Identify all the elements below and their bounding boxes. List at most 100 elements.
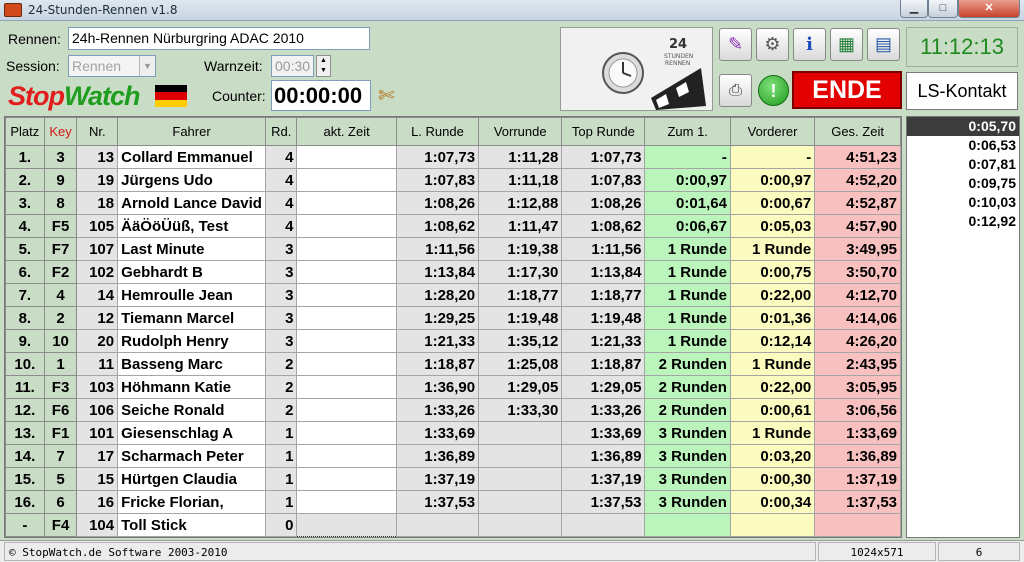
column-header-key[interactable]: Key — [43, 117, 78, 146]
table-row[interactable]: 5. F7 107 Last Minute 3 1:11,56 1:19,38 1:11,56… — [5, 237, 901, 261]
column-header-akt-zeit[interactable]: akt. Zeit — [296, 117, 397, 146]
column-header-ges-zeit[interactable]: Ges. Zeit — [814, 117, 901, 146]
table-row[interactable]: 16. 6 16 Fricke Florian, 1 1:37,53 1:37,53 3 Ru… — [5, 490, 901, 514]
split-time-item[interactable]: 0:06,53 — [907, 136, 1019, 155]
cell-l-runde: 1:37,53 — [395, 490, 480, 514]
table-row[interactable]: 3. 8 18 Arnold Lance David 4 1:08,26 1:12,88 1:… — [5, 191, 901, 215]
column-header-fahrer[interactable]: Fahrer — [117, 117, 266, 146]
column-header-l-runde[interactable]: L. Runde — [395, 117, 480, 146]
reset-tool-icon[interactable]: ✄ — [378, 83, 402, 107]
cell-vorrunde — [478, 513, 563, 537]
chevron-down-icon[interactable]: ▼ — [139, 56, 155, 76]
clock-display: 11:12:13 — [906, 27, 1018, 67]
table-row[interactable]: 4. F5 105 ÄäÖöÜüß, Test 4 1:08,62 1:11,47 1:08,… — [5, 214, 901, 238]
cell-rd: 3 — [264, 306, 298, 330]
split-time-item[interactable]: 0:05,70 — [907, 117, 1019, 136]
cell-vorderer: - — [729, 145, 816, 169]
gears-icon[interactable]: ⚙ — [756, 28, 789, 61]
cell-fahrer: Hürtgen Claudia — [117, 467, 266, 491]
split-time-item[interactable]: 0:10,03 — [907, 193, 1019, 212]
ls-kontakt-button[interactable]: LS-Kontakt — [906, 72, 1018, 110]
rennen-input[interactable]: 24h-Rennen Nürburgring ADAC 2010 — [68, 27, 370, 50]
cell-zum-1: 1 Runde — [644, 283, 731, 307]
column-header-rd[interactable]: Rd. — [264, 117, 298, 146]
ende-button[interactable]: ENDE — [792, 71, 902, 109]
cell-vorderer: 1 Runde — [729, 352, 816, 376]
cell-vorrunde: 1:35,12 — [478, 329, 563, 353]
print-icon[interactable]: ⎙ — [719, 74, 752, 107]
cell-zum-1: 2 Runden — [644, 375, 731, 399]
cell-zum-1 — [644, 513, 731, 537]
column-header-platz[interactable]: Platz — [5, 117, 45, 146]
table-row[interactable]: 10. 1 11 Basseng Marc 2 1:18,87 1:25,08 1:18,87… — [5, 352, 901, 376]
table-row[interactable]: 14. 7 17 Scharmach Peter 1 1:36,89 1:36,89 3 Ru… — [5, 444, 901, 468]
minimize-button[interactable]: ▁ — [900, 0, 928, 18]
cell-top-runde: 1:18,87 — [561, 352, 646, 376]
warnzeit-input[interactable]: 00:30 — [271, 55, 314, 77]
cell-nr: 20 — [76, 329, 119, 353]
warnzeit-stepper[interactable]: ▲ ▼ — [316, 55, 331, 77]
maximize-button[interactable]: □ — [928, 0, 958, 18]
cell-platz: 5. — [5, 237, 45, 261]
cell-key: 1 — [43, 352, 78, 376]
cell-vorrunde: 1:29,05 — [478, 375, 563, 399]
cell-l-runde: 1:36,89 — [395, 444, 480, 468]
cell-l-runde: 1:33,69 — [395, 421, 480, 445]
cell-nr: 12 — [76, 306, 119, 330]
event-logo-image: 24 STUNDEN RENNEN — [560, 27, 713, 111]
cell-akt-zeit — [296, 421, 397, 445]
status-bar: © StopWatch.de Software 2003-2010 1024x5… — [0, 540, 1024, 562]
table-row[interactable]: 15. 5 15 Hürtgen Claudia 1 1:37,19 1:37,19 3 Ru… — [5, 467, 901, 491]
table-row[interactable]: 12. F6 106 Seiche Ronald 2 1:33,26 1:33,30 1:33… — [5, 398, 901, 422]
svg-text:24: 24 — [669, 37, 687, 52]
cell-zum-1: 3 Runden — [644, 467, 731, 491]
cell-zum-1: 3 Runden — [644, 490, 731, 514]
column-header-vorrunde[interactable]: Vorrunde — [478, 117, 563, 146]
session-select[interactable]: Rennen ▼ — [68, 55, 156, 77]
cell-rd: 0 — [264, 513, 298, 537]
cell-vorderer: 0:00,30 — [729, 467, 816, 491]
table-row[interactable]: 2. 9 19 Jürgens Udo 4 1:07,83 1:11,18 1:07,83 0:… — [5, 168, 901, 192]
table-row[interactable]: 13. F1 101 Giesenschlag A 1 1:33,69 1:33,69 3 R… — [5, 421, 901, 445]
cell-fahrer: ÄäÖöÜüß, Test — [117, 214, 266, 238]
split-time-item[interactable]: 0:09,75 — [907, 174, 1019, 193]
cell-nr: 104 — [76, 513, 119, 537]
cell-nr: 15 — [76, 467, 119, 491]
excel-icon[interactable]: ▦ — [830, 28, 863, 61]
cell-top-runde: 1:33,26 — [561, 398, 646, 422]
cell-vorderer: 0:22,00 — [729, 283, 816, 307]
cell-akt-zeit — [296, 329, 397, 353]
column-header-top-runde[interactable]: Top Runde — [561, 117, 646, 146]
column-header-vorderer[interactable]: Vorderer — [729, 117, 816, 146]
book-icon[interactable]: ✎ — [719, 28, 752, 61]
cell-akt-zeit — [296, 168, 397, 192]
cell-ges-zeit: 4:51,23 — [814, 145, 901, 169]
table-row[interactable]: 7. 4 14 Hemroulle Jean 3 1:28,20 1:18,77 1:18,7… — [5, 283, 901, 307]
split-time-item[interactable]: 0:12,92 — [907, 212, 1019, 231]
cell-key: F7 — [43, 237, 78, 261]
cell-platz: 15. — [5, 467, 45, 491]
table-row[interactable]: - F4 104 Toll Stick 0 — [5, 513, 901, 537]
cell-akt-zeit — [296, 467, 397, 491]
cell-rd: 4 — [264, 168, 298, 192]
cell-rd: 1 — [264, 490, 298, 514]
cell-zum-1: 1 Runde — [644, 306, 731, 330]
cell-fahrer: Fricke Florian, — [117, 490, 266, 514]
table-row[interactable]: 8. 2 12 Tiemann Marcel 3 1:29,25 1:19,48 1:19,4… — [5, 306, 901, 330]
close-button[interactable]: ✕ — [958, 0, 1020, 18]
table-row[interactable]: 1. 3 13 Collard Emmanuel 4 1:07,73 1:11,28 1:07… — [5, 145, 901, 169]
document-icon[interactable]: ▤ — [867, 28, 900, 61]
table-row[interactable]: 11. F3 103 Höhmann Katie 2 1:36,90 1:29,05 1:29… — [5, 375, 901, 399]
table-row[interactable]: 9. 10 20 Rudolph Henry 3 1:21,33 1:35,12 1:21,3… — [5, 329, 901, 353]
table-row[interactable]: 6. F2 102 Gebhardt B 3 1:13,84 1:17,30 1:13,84 1… — [5, 260, 901, 284]
cell-ges-zeit: 4:14,06 — [814, 306, 901, 330]
cell-akt-zeit[interactable] — [296, 513, 397, 537]
cell-l-runde: 1:18,87 — [395, 352, 480, 376]
split-time-item[interactable]: 0:07,81 — [907, 155, 1019, 174]
cell-nr: 102 — [76, 260, 119, 284]
start-button[interactable]: ! — [758, 75, 789, 106]
cell-rd: 1 — [264, 444, 298, 468]
column-header-nr[interactable]: Nr. — [76, 117, 119, 146]
column-header-zum-1[interactable]: Zum 1. — [644, 117, 731, 146]
info-icon[interactable]: i — [793, 28, 826, 61]
